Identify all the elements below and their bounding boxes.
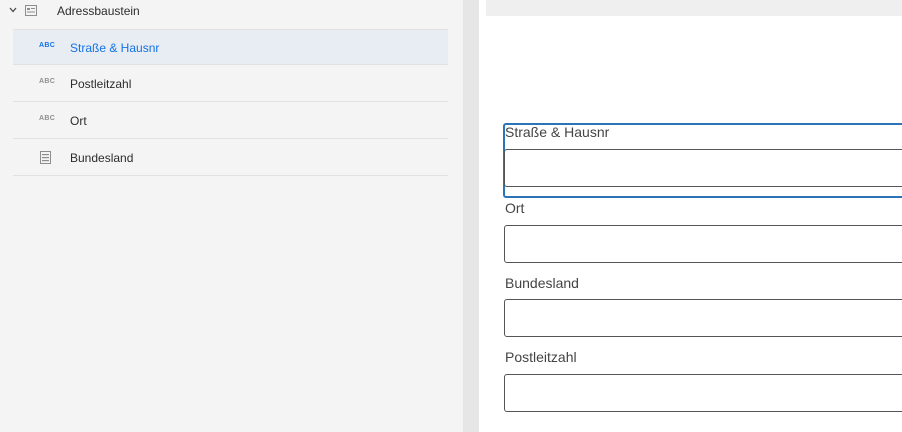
bundesland-input[interactable]: [504, 299, 902, 337]
tree-item-label: Straße & Hausnr: [70, 41, 160, 55]
ort-input[interactable]: [504, 225, 902, 263]
form-canvas: Straße & Hausnr Ort Bundesland Postleitz…: [479, 0, 902, 432]
panel-divider[interactable]: [463, 0, 479, 432]
form-editor: Adressbaustein ABC Straße & Hausnr ABC P…: [0, 0, 902, 432]
field-label: Ort: [505, 200, 525, 216]
tree-item-label: Ort: [70, 114, 87, 128]
chevron-down-icon[interactable]: [8, 4, 18, 16]
text-field-icon: ABC: [39, 115, 56, 122]
tree-item-label: Postleitzahl: [70, 77, 132, 91]
text-field-icon: ABC: [39, 42, 56, 49]
tree-node-label: Adressbaustein: [57, 4, 140, 18]
tree-item-bundesland[interactable]: Bundesland: [13, 140, 448, 176]
field-label: Postleitzahl: [505, 349, 577, 365]
canvas-header-bar: [486, 0, 902, 16]
strasse-hausnr-input[interactable]: [504, 149, 902, 187]
dropdown-list-icon: [40, 151, 51, 164]
postleitzahl-input[interactable]: [504, 374, 902, 412]
tree-item-postleitzahl[interactable]: ABC Postleitzahl: [13, 66, 448, 102]
text-field-icon: ABC: [39, 78, 56, 85]
tree-node-adressbaustein[interactable]: Adressbaustein: [0, 0, 448, 24]
tree-item-strasse-hausnr[interactable]: ABC Straße & Hausnr: [13, 29, 448, 65]
form-icon: [25, 5, 37, 16]
content-tree-panel: Adressbaustein ABC Straße & Hausnr ABC P…: [0, 0, 463, 432]
tree-item-ort[interactable]: ABC Ort: [13, 103, 448, 139]
tree-item-label: Bundesland: [70, 151, 134, 165]
field-label: Straße & Hausnr: [505, 124, 610, 140]
field-label: Bundesland: [505, 275, 579, 291]
